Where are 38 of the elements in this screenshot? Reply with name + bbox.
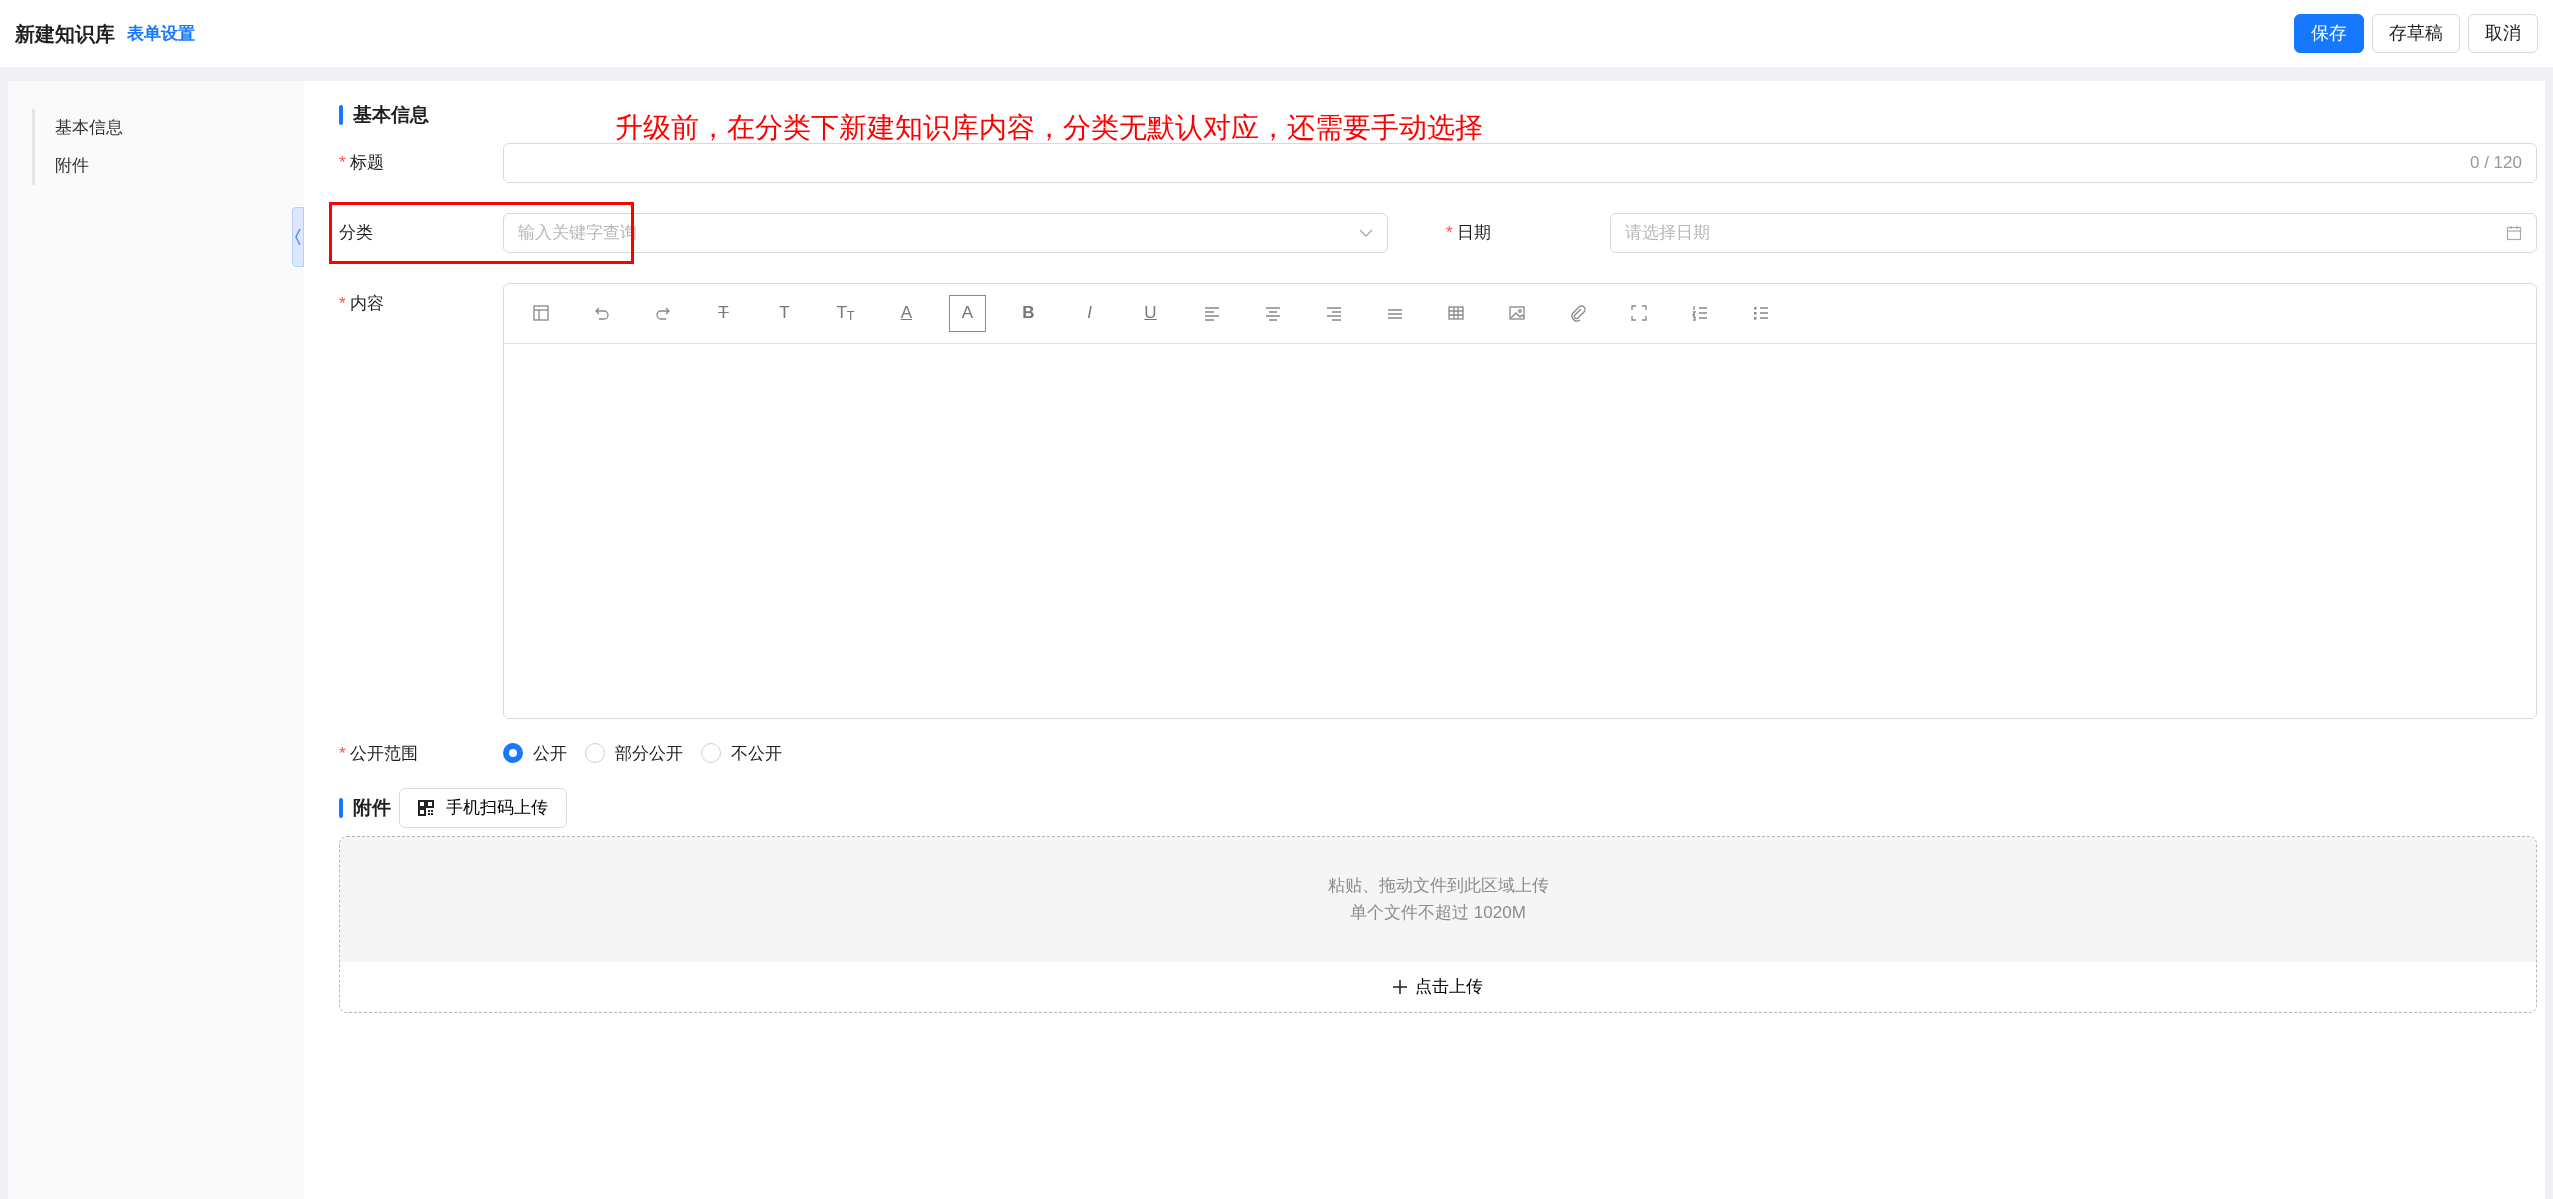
file-size-limit: 单个文件不超过 1020M xyxy=(1350,902,1526,924)
text-format-button[interactable]: T xyxy=(766,294,803,332)
plus-icon xyxy=(1393,979,1407,994)
underline-format-button[interactable]: A xyxy=(888,294,925,332)
qr-code-icon xyxy=(418,799,434,816)
save-button[interactable]: 保存 xyxy=(2294,13,2364,54)
sidebar-item[interactable]: 附件 xyxy=(55,147,304,185)
radio-option[interactable]: 公开 xyxy=(503,740,567,766)
field-label: * 日期 xyxy=(1446,221,1492,244)
calendar-icon xyxy=(2506,224,2522,241)
radio-option[interactable]: 部分公开 xyxy=(585,740,683,766)
underline-format-button[interactable]: U xyxy=(1132,294,1169,332)
dropzone-hint: 粘贴、拖动文件到此区域上传 xyxy=(1327,875,1549,897)
page-title: 新建知识库 xyxy=(15,21,115,47)
sidebar-item[interactable]: 基本信息 xyxy=(55,109,304,147)
field-label: 分类 xyxy=(339,221,374,244)
title-input-field[interactable]: 0 / 120 xyxy=(503,142,2537,183)
bold-button[interactable]: B xyxy=(1010,294,1047,332)
form-settings-link[interactable]: 表单设置 xyxy=(127,20,195,47)
caret-icon xyxy=(1359,228,1373,237)
italic-button[interactable]: I xyxy=(1071,294,1108,332)
form-button[interactable]: 存草稿 xyxy=(2372,13,2460,54)
form-button[interactable]: 取消 xyxy=(2468,13,2538,54)
field-label: * 内容 xyxy=(339,292,385,315)
strikethrough-button[interactable]: T xyxy=(705,294,742,332)
field-label: * 标题 xyxy=(339,151,385,174)
boxed-letter-button[interactable]: A xyxy=(949,294,986,332)
text-format-button[interactable]: T$_{T}$ xyxy=(827,294,864,332)
annotation-text: 升级前，在分类下新建知识库内容，分类无默认对应，还需要手动选择 xyxy=(615,111,1483,145)
section-heading: 附件 xyxy=(339,793,391,822)
collapse-handle[interactable] xyxy=(292,207,304,267)
scan-upload-button[interactable]: 手机扫码上传 xyxy=(399,788,567,828)
character-counter: 0 / 120 xyxy=(2470,151,2522,174)
upload-dropzone[interactable]: 粘贴、拖动文件到此区域上传 单个文件不超过 1020M 点击上传 xyxy=(339,835,2537,1013)
rich-text-editor[interactable]: T T T$_{T}$ A A B I U xyxy=(503,282,2537,719)
chevron-left-icon xyxy=(294,227,302,247)
radio-option[interactable]: 不公开 xyxy=(701,740,782,766)
field-label: * 公开范围 xyxy=(339,742,419,765)
